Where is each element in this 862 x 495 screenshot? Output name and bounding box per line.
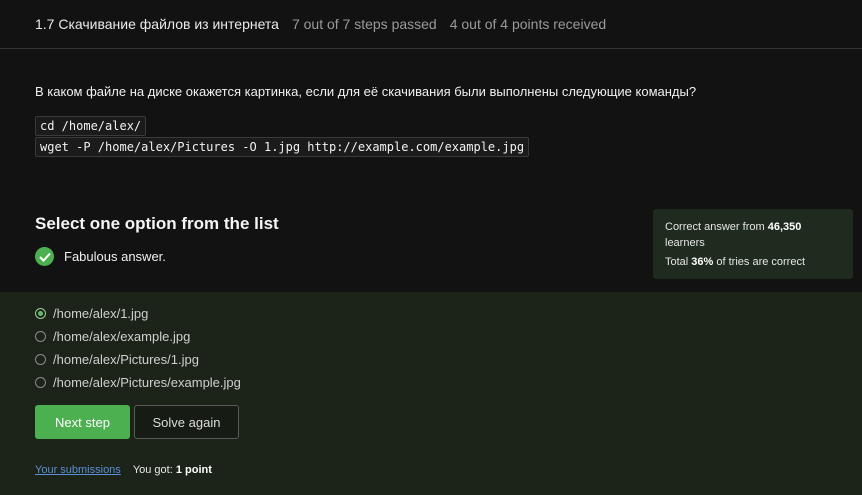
stats-total-prefix: Total bbox=[665, 256, 692, 268]
code-line: wget -P /home/alex/Pictures -O 1.jpg htt… bbox=[35, 137, 530, 157]
option-label: /home/alex/example.jpg bbox=[53, 329, 191, 344]
option-4[interactable]: /home/alex/Pictures/example.jpg bbox=[35, 375, 241, 390]
code-line: cd /home/alex/ bbox=[35, 116, 147, 136]
stats-learners: Correct answer from 46,350 learners bbox=[665, 219, 841, 251]
lesson-title: 1.7 Скачивание файлов из интернета bbox=[35, 16, 279, 32]
option-3[interactable]: /home/alex/Pictures/1.jpg bbox=[35, 352, 199, 367]
your-submissions-link[interactable]: Your submissions bbox=[35, 464, 121, 476]
score-prefix: You got: bbox=[132, 464, 176, 476]
radio-icon[interactable] bbox=[35, 354, 46, 365]
next-step-button[interactable]: Next step bbox=[35, 405, 130, 439]
option-label: /home/alex/Pictures/example.jpg bbox=[53, 375, 241, 390]
feedback-message: Fabulous answer. bbox=[35, 247, 166, 266]
steps-progress: 7 out of 7 steps passed bbox=[291, 16, 437, 32]
radio-selected-icon[interactable] bbox=[35, 308, 46, 319]
radio-icon[interactable] bbox=[35, 331, 46, 342]
option-1[interactable]: /home/alex/1.jpg bbox=[35, 306, 148, 321]
radio-icon[interactable] bbox=[35, 377, 46, 388]
option-2[interactable]: /home/alex/example.jpg bbox=[35, 329, 190, 344]
stats-total-suffix: of tries are correct bbox=[713, 256, 806, 268]
check-circle-icon bbox=[35, 247, 54, 266]
stats-suffix: learners bbox=[665, 237, 705, 249]
learners-count: 46,350 bbox=[767, 221, 802, 233]
answer-stats: Correct answer from 46,350 learners Tota… bbox=[653, 209, 853, 279]
stats-correct-rate: Total 36% of tries are correct bbox=[665, 254, 841, 270]
question-text: В каком файле на диске окажется картинка… bbox=[35, 84, 697, 99]
solve-again-button[interactable]: Solve again bbox=[134, 405, 239, 439]
quiz-prompt: Select one option from the list bbox=[35, 214, 279, 233]
correct-percent: 36% bbox=[691, 256, 714, 268]
stats-prefix: Correct answer from bbox=[665, 221, 768, 233]
option-label: /home/alex/1.jpg bbox=[53, 306, 149, 321]
lesson-header: 1.7 Скачивание файлов из интернета 7 out… bbox=[0, 0, 862, 49]
score-value: 1 point bbox=[175, 464, 212, 476]
submission-footer: Your submissions You got: 1 point bbox=[35, 464, 212, 476]
points-progress: 4 out of 4 points received bbox=[449, 16, 607, 32]
score-result: You got: 1 point bbox=[133, 464, 212, 476]
option-label: /home/alex/Pictures/1.jpg bbox=[53, 352, 199, 367]
feedback-text: Fabulous answer. bbox=[64, 249, 166, 264]
